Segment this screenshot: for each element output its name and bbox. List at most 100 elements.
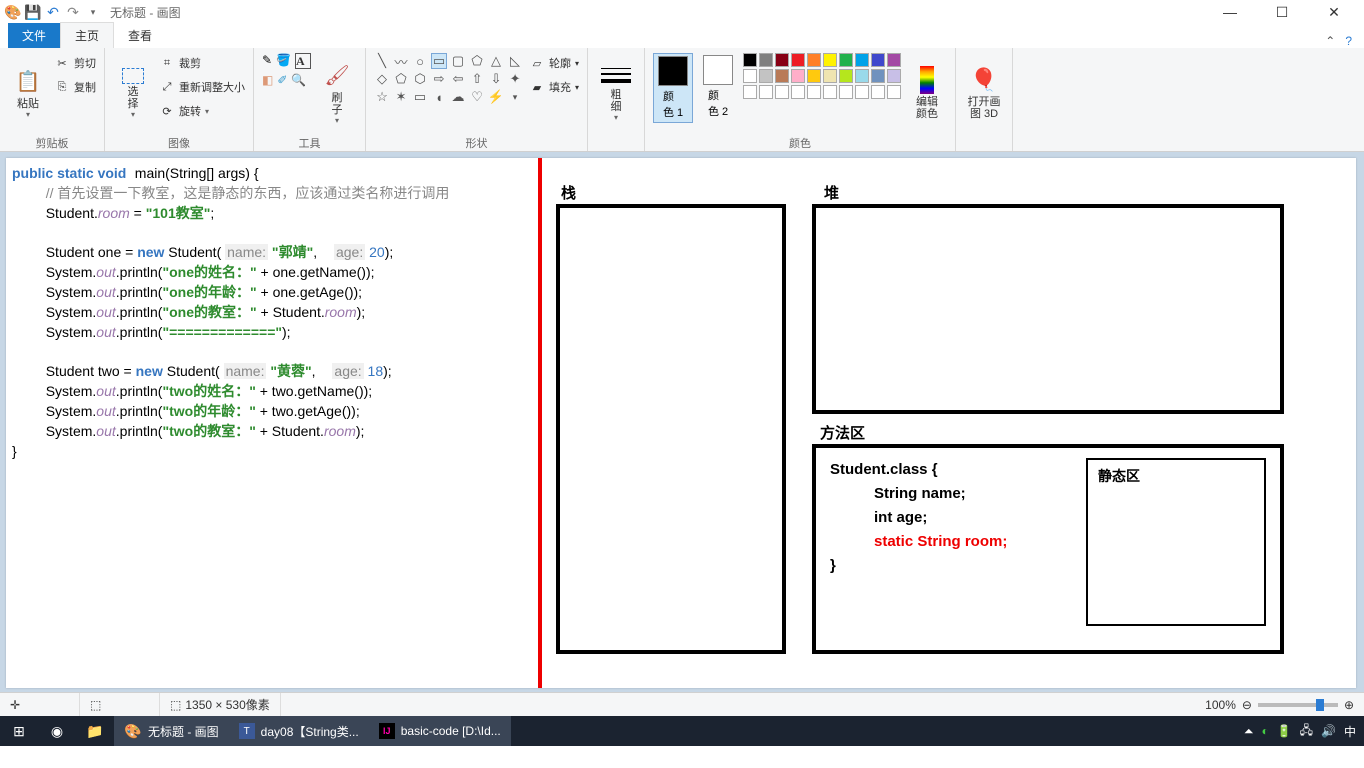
shape-pentagon-icon[interactable]: ⬠ bbox=[393, 71, 409, 87]
shape-star6-icon[interactable]: ✶ bbox=[393, 89, 409, 105]
color-swatch[interactable] bbox=[775, 69, 789, 83]
shape-callout-cloud-icon[interactable]: ☁ bbox=[450, 89, 466, 105]
tab-home[interactable]: 主页 bbox=[60, 22, 114, 48]
shape-oval-icon[interactable]: ○ bbox=[412, 53, 428, 69]
shape-line-icon[interactable]: ╲ bbox=[374, 53, 390, 69]
shape-right-triangle-icon[interactable]: ◺ bbox=[507, 53, 523, 69]
color-swatch[interactable] bbox=[855, 69, 869, 83]
qat-dropdown-icon[interactable]: ▾ bbox=[84, 3, 102, 21]
close-button[interactable]: ✕ bbox=[1316, 4, 1352, 21]
eraser-icon[interactable]: ◧ bbox=[262, 73, 273, 87]
color-swatch[interactable] bbox=[823, 53, 837, 67]
color1-button[interactable]: 颜 色 1 bbox=[653, 53, 693, 123]
fill-icon[interactable]: 🪣 bbox=[276, 53, 291, 69]
color-swatch[interactable] bbox=[775, 85, 789, 99]
redo-icon[interactable]: ↷ bbox=[64, 3, 82, 21]
taskbar-notepad[interactable]: Tday08【String类... bbox=[229, 716, 369, 746]
color-swatch[interactable] bbox=[759, 85, 773, 99]
tray-ime[interactable]: 中 bbox=[1344, 723, 1356, 740]
paint3d-button[interactable]: 🎈 打开画 图 3D bbox=[964, 53, 1004, 133]
zoom-in-button[interactable]: ⊕ bbox=[1344, 698, 1354, 712]
color-swatch[interactable] bbox=[871, 53, 885, 67]
shape-roundrect-icon[interactable]: ▢ bbox=[450, 53, 466, 69]
shape-arrow-down-icon[interactable]: ⇩ bbox=[488, 71, 504, 87]
crop-button[interactable]: ⌗裁剪 bbox=[159, 53, 245, 73]
shape-callout-rect-icon[interactable]: ▭ bbox=[412, 89, 428, 105]
shape-curve-icon[interactable]: 〰 bbox=[393, 53, 409, 69]
shape-polygon-icon[interactable]: ⬠ bbox=[469, 53, 485, 69]
zoom-slider[interactable] bbox=[1258, 703, 1338, 707]
shape-lightning-icon[interactable]: ⚡ bbox=[488, 89, 504, 105]
taskbar-explorer[interactable]: 📁 bbox=[76, 716, 114, 746]
shape-arrow-right-icon[interactable]: ⇨ bbox=[431, 71, 447, 87]
color-swatch[interactable] bbox=[871, 85, 885, 99]
brushes-button[interactable]: 🖌 刷 子 ▾ bbox=[317, 53, 357, 133]
maximize-button[interactable]: ☐ bbox=[1264, 4, 1300, 21]
undo-icon[interactable]: ↶ bbox=[44, 3, 62, 21]
shape-rect-icon[interactable]: ▭ bbox=[431, 53, 447, 69]
color-swatch[interactable] bbox=[743, 53, 757, 67]
zoom-out-button[interactable]: ⊖ bbox=[1242, 698, 1252, 712]
tab-file[interactable]: 文件 bbox=[8, 23, 60, 48]
color-swatch[interactable] bbox=[839, 85, 853, 99]
minimize-button[interactable]: — bbox=[1212, 4, 1248, 21]
color-swatch[interactable] bbox=[743, 85, 757, 99]
color2-button[interactable]: 颜 色 2 bbox=[699, 53, 737, 121]
shape-star4-icon[interactable]: ✦ bbox=[507, 71, 523, 87]
edit-colors-button[interactable]: 编辑 颜色 bbox=[907, 53, 947, 133]
color-swatch[interactable] bbox=[791, 69, 805, 83]
save-icon[interactable]: 💾 bbox=[24, 3, 42, 21]
tray-network-icon[interactable]: 🖧 bbox=[1300, 721, 1313, 742]
color-swatch[interactable] bbox=[807, 85, 821, 99]
tray-security-icon[interactable]: ◐ bbox=[1261, 724, 1268, 738]
help-icon[interactable]: ? bbox=[1345, 34, 1352, 48]
color-swatch[interactable] bbox=[775, 53, 789, 67]
start-button[interactable]: ⊞ bbox=[0, 716, 38, 746]
resize-button[interactable]: ⤢重新调整大小 bbox=[159, 77, 245, 97]
eyedropper-icon[interactable]: ✐ bbox=[277, 73, 287, 87]
fill-shape-button[interactable]: ▰填充▾ bbox=[529, 77, 579, 97]
shape-triangle-icon[interactable]: △ bbox=[488, 53, 504, 69]
color-swatch[interactable] bbox=[791, 85, 805, 99]
color-swatch[interactable] bbox=[823, 85, 837, 99]
color-swatch[interactable] bbox=[887, 85, 901, 99]
color-swatch[interactable] bbox=[855, 85, 869, 99]
paste-button[interactable]: 📋 粘贴 ▾ bbox=[8, 53, 48, 133]
tray-show-hidden-icon[interactable]: ⏶ bbox=[1244, 724, 1254, 739]
drawing-canvas[interactable]: public static void main(String[] args) {… bbox=[6, 158, 1356, 688]
cut-button[interactable]: ✂剪切 bbox=[54, 53, 96, 73]
text-icon[interactable]: A bbox=[295, 53, 311, 69]
shape-star5-icon[interactable]: ☆ bbox=[374, 89, 390, 105]
taskbar-paint[interactable]: 🎨无标题 - 画图 bbox=[114, 716, 229, 746]
canvas-scroll-area[interactable]: public static void main(String[] args) {… bbox=[0, 152, 1364, 692]
shape-heart-icon[interactable]: ♡ bbox=[469, 89, 485, 105]
rotate-button[interactable]: ⟳旋转▾ bbox=[159, 101, 245, 121]
shape-more-icon[interactable]: ▾ bbox=[507, 89, 523, 105]
tray-battery-icon[interactable]: 🔋 bbox=[1277, 724, 1292, 738]
color-swatch[interactable] bbox=[887, 53, 901, 67]
taskbar-chrome[interactable]: ◉ bbox=[38, 716, 76, 746]
tray-volume-icon[interactable]: 🔊 bbox=[1321, 724, 1336, 738]
color-swatch[interactable] bbox=[807, 69, 821, 83]
color-swatch[interactable] bbox=[807, 53, 821, 67]
copy-button[interactable]: ⎘复制 bbox=[54, 77, 96, 97]
outline-button[interactable]: ▱轮廓▾ bbox=[529, 53, 579, 73]
color-swatch[interactable] bbox=[823, 69, 837, 83]
select-button[interactable]: 选 择 ▾ bbox=[113, 53, 153, 133]
tab-view[interactable]: 查看 bbox=[114, 23, 166, 48]
color-swatch[interactable] bbox=[743, 69, 757, 83]
shape-callout-round-icon[interactable]: ◖ bbox=[431, 89, 447, 105]
shape-hexagon-icon[interactable]: ⬡ bbox=[412, 71, 428, 87]
color-swatch[interactable] bbox=[791, 53, 805, 67]
color-swatch[interactable] bbox=[759, 69, 773, 83]
pencil-icon[interactable]: ✎ bbox=[262, 53, 272, 69]
color-swatch[interactable] bbox=[887, 69, 901, 83]
shape-arrow-up-icon[interactable]: ⇧ bbox=[469, 71, 485, 87]
color-swatch[interactable] bbox=[839, 69, 853, 83]
shape-arrow-left-icon[interactable]: ⇦ bbox=[450, 71, 466, 87]
minimize-ribbon-icon[interactable]: ⌃ bbox=[1325, 34, 1335, 48]
color-swatch[interactable] bbox=[759, 53, 773, 67]
taskbar-idea[interactable]: IJbasic-code [D:\Id... bbox=[369, 716, 511, 746]
shapes-gallery[interactable]: ╲ 〰 ○ ▭ ▢ ⬠ △ ◺ ◇ ⬠ ⬡ ⇨ ⇦ ⇧ ⇩ ✦ bbox=[374, 53, 523, 105]
magnifier-icon[interactable]: 🔍 bbox=[291, 73, 306, 87]
